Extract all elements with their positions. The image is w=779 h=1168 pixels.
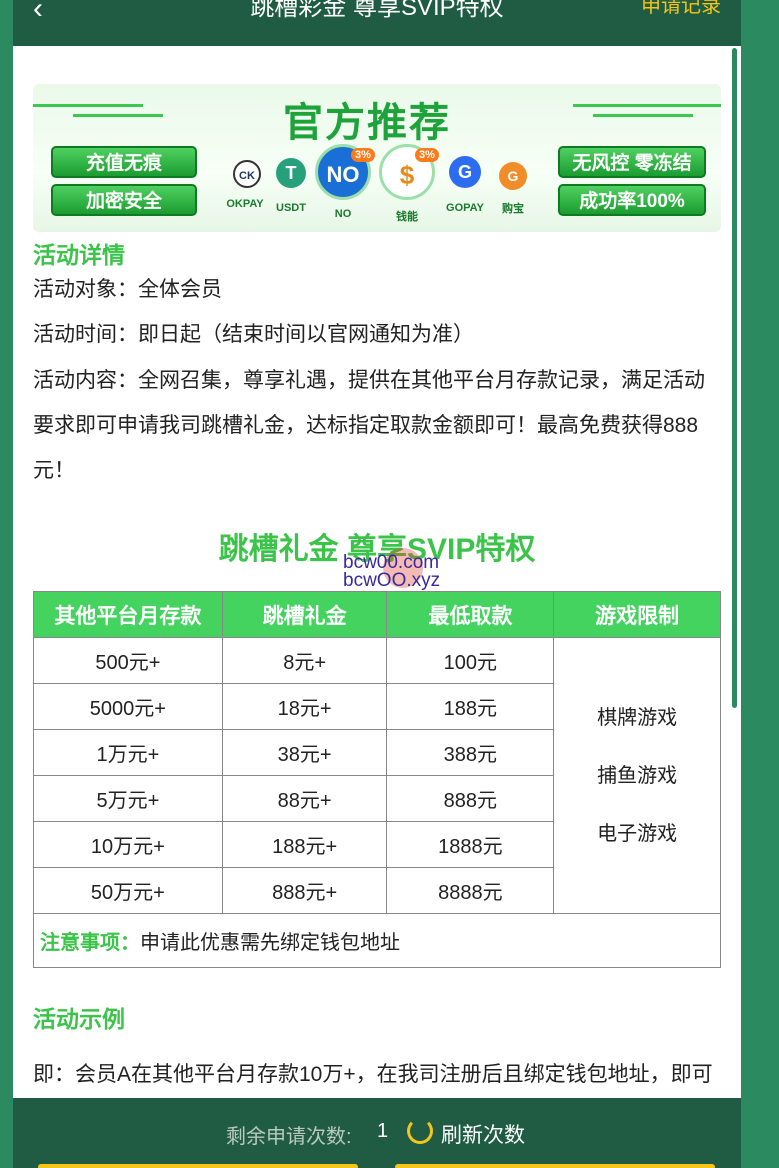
note-row: 注意事项：申请此优惠需先绑定钱包地址	[33, 913, 721, 968]
table-cell: 50万元+	[33, 867, 223, 914]
circuit-line	[593, 114, 693, 117]
badge-no-risk-control: 无风控 零冻结	[558, 146, 706, 178]
qianneng-label: 钱能	[396, 211, 418, 223]
goubao-icon: G	[499, 162, 527, 190]
column-header: 跳槽礼金	[221, 591, 388, 638]
remaining-label: 剩余申请次数:	[226, 1126, 352, 1148]
circuit-line	[33, 104, 143, 107]
game-limit-item: 棋牌游戏	[597, 706, 678, 729]
action-button-edge[interactable]	[395, 1164, 715, 1168]
table-cell: 500元+	[33, 637, 223, 684]
note-text: 申请此优惠需先绑定钱包地址	[140, 932, 400, 954]
table-cell: 888元	[386, 775, 555, 822]
table-row: 500元+ 8元+ 100元 棋牌游戏 捕鱼游戏 电子游戏	[33, 637, 721, 914]
table-cell: 888元+	[221, 867, 388, 914]
activity-time: 活动时间：即日起（结束时间以官网通知为准）	[33, 323, 474, 346]
page-title: 跳槽彩金 尊享SVIP特权	[250, 0, 504, 21]
circuit-line	[73, 114, 163, 117]
table-cell: 38元+	[221, 729, 388, 776]
note-label: 注意事项：	[40, 932, 140, 954]
table-cell: 188元+	[221, 821, 388, 868]
apply-record-link[interactable]: 申请记录	[641, 0, 721, 18]
table-cell: 8888元	[386, 867, 555, 914]
example-heading: 活动示例	[33, 1006, 125, 1032]
okpay-icon: CK	[233, 160, 261, 188]
table-cell: 8元+	[221, 637, 388, 684]
promo-banner: 官方推荐 充值无痕 加密安全 无风控 零冻结 成功率100% CK OKPAY …	[33, 84, 721, 232]
column-header: 最低取款	[386, 591, 555, 638]
banner-title: 官方推荐	[283, 101, 451, 145]
note-cell: 注意事项：申请此优惠需先绑定钱包地址	[33, 913, 721, 968]
gopay-icon: G	[449, 156, 481, 188]
usdt-icon: T	[276, 158, 306, 188]
top-bar: ‹ 跳槽彩金 尊享SVIP特权 申请记录	[13, 0, 741, 46]
submit-button-edge[interactable]	[38, 1164, 358, 1168]
table-cell: 88元+	[221, 775, 388, 822]
bonus-table: 其他平台月存款 跳槽礼金 最低取款 游戏限制 500元+ 8元+ 100元 棋牌…	[33, 591, 721, 968]
table-header-row: 其他平台月存款 跳槽礼金 最低取款 游戏限制	[33, 591, 721, 638]
activity-target: 活动对象：全体会员	[33, 278, 222, 301]
no-wallet-label: NO	[334, 208, 352, 220]
column-header: 其他平台月存款	[33, 591, 223, 638]
table-cell: 188元	[386, 683, 555, 730]
table-cell: 388元	[386, 729, 555, 776]
table-cell: 1万元+	[33, 729, 223, 776]
no-wallet-badge: 3%	[351, 148, 375, 162]
table-cell: 18元+	[221, 683, 388, 730]
game-limit-item: 捕鱼游戏	[597, 764, 678, 787]
bottom-bar: 剩余申请次数: 1 刷新次数	[13, 1098, 741, 1168]
badge-success-rate: 成功率100%	[558, 184, 706, 216]
table-cell: 10万元+	[33, 821, 223, 868]
goubao-label: 购宝	[502, 203, 524, 215]
remaining-count: 1	[377, 1120, 389, 1142]
table-cell: 5万元+	[33, 775, 223, 822]
details-heading: 活动详情	[33, 242, 125, 268]
table-cell: 5000元+	[33, 683, 223, 730]
activity-content: 活动内容：全网召集，尊享礼遇，提供在其他平台月存款记录，满足活动要求即可申请我司…	[33, 369, 705, 482]
watermark-text: bcwOO.xyz	[343, 570, 441, 591]
circuit-line	[573, 104, 721, 107]
example-text: 即：会员A在其他平台月存款10万+，在我司注册后且绑定钱包地址，即可申请188元…	[33, 1063, 713, 1086]
game-limits-cell: 棋牌游戏 捕鱼游戏 电子游戏	[553, 637, 721, 914]
qianneng-badge: 3%	[415, 148, 439, 162]
game-limit-item: 电子游戏	[597, 822, 678, 845]
table-cell: 100元	[386, 637, 555, 684]
refresh-icon[interactable]	[407, 1118, 433, 1144]
usdt-label: USDT	[276, 202, 306, 214]
badge-encrypted: 加密安全	[51, 184, 197, 216]
table-cell: 1888元	[386, 821, 555, 868]
column-header: 游戏限制	[553, 591, 721, 638]
refresh-button[interactable]: 刷新次数	[441, 1119, 525, 1149]
scrollbar[interactable]	[732, 48, 737, 708]
content-panel: 官方推荐 充值无痕 加密安全 无风控 零冻结 成功率100% CK OKPAY …	[13, 46, 741, 1098]
badge-no-trace: 充值无痕	[51, 146, 197, 178]
